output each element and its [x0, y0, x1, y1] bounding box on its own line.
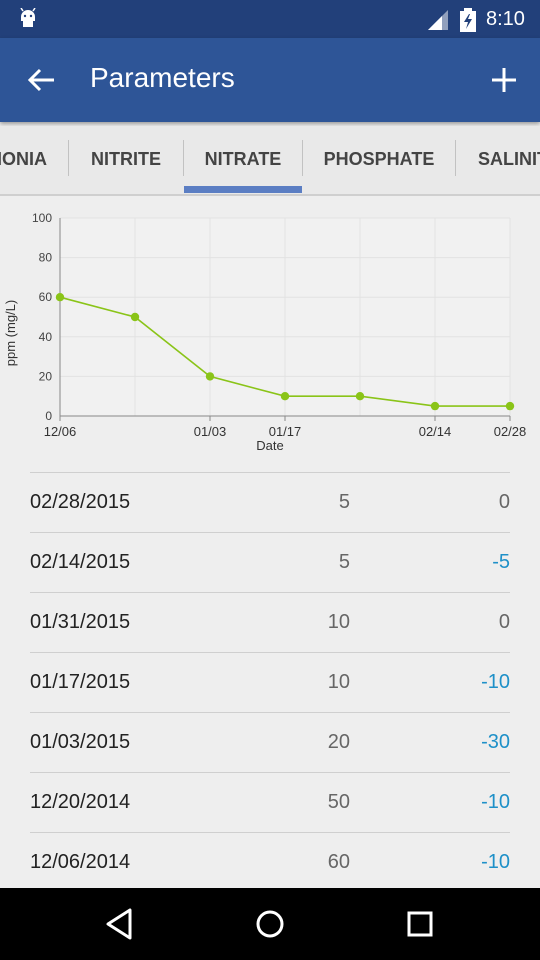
app-bar: Parameters [0, 38, 540, 122]
navigation-bar [0, 888, 540, 960]
add-icon[interactable] [486, 62, 522, 98]
y-tick-label: 40 [39, 330, 53, 344]
reading-value: 50 [327, 791, 350, 813]
active-tab-indicator [184, 186, 302, 193]
list-item[interactable]: 01/31/2015 10 0 [30, 592, 510, 652]
x-tick-label: 01/17 [269, 424, 302, 439]
reading-change: -10 [481, 671, 510, 693]
home-circle-icon[interactable] [250, 904, 290, 944]
x-axis-label: Date [256, 438, 283, 453]
data-point [280, 392, 290, 401]
reading-date: 02/14/2015 [30, 551, 131, 573]
x-tick-label: 02/14 [419, 424, 452, 439]
y-tick-label: 100 [32, 211, 52, 225]
reading-date: 02/28/2015 [30, 491, 131, 513]
tab-divider [68, 140, 69, 176]
reading-date: 12/06/2014 [30, 851, 131, 873]
reading-value: 60 [327, 851, 350, 873]
android-icon [20, 8, 36, 27]
tab-salinity[interactable]: SALINIT [462, 126, 540, 192]
signal-icon [428, 10, 448, 30]
x-tick-label: 02/28 [494, 424, 527, 439]
status-bar: 8:10 [0, 0, 540, 38]
reading-date: 01/17/2015 [30, 671, 131, 693]
reading-change: 0 [498, 611, 510, 633]
list-item[interactable]: 01/17/2015 10 -10 [30, 652, 510, 712]
reading-value: 10 [327, 671, 350, 693]
list-item[interactable]: 12/06/2014 60 -10 [30, 832, 510, 892]
reading-change: -30 [481, 731, 510, 753]
reading-value: 5 [338, 551, 350, 573]
reading-value: 10 [327, 611, 350, 633]
data-point [130, 312, 140, 322]
data-point [205, 372, 215, 381]
reading-date: 01/03/2015 [30, 731, 131, 753]
data-point [55, 293, 65, 302]
page-title: Parameters [90, 62, 235, 93]
tab-divider [302, 140, 303, 176]
readings-list: 02/28/2015 5 0 02/14/2015 5 -5 01/31/2015 10 0 01… [30, 472, 510, 892]
back-arrow-icon[interactable] [24, 62, 60, 98]
recents-square-icon[interactable] [400, 904, 440, 944]
reading-date: 01/31/2015 [30, 611, 131, 633]
y-tick-label: 60 [39, 290, 53, 304]
status-time: 8:10 [486, 8, 525, 30]
reading-date: 12/20/2014 [30, 791, 131, 813]
tab-ammonia[interactable]: IONIA [0, 126, 52, 192]
list-item[interactable]: 02/14/2015 5 -5 [30, 532, 510, 592]
data-point [430, 401, 440, 411]
data-point [505, 401, 515, 411]
y-axis-label: ppm (mg/L) [3, 300, 18, 366]
y-tick-label: 20 [39, 369, 53, 383]
reading-change: -5 [492, 551, 510, 573]
list-item[interactable]: 01/03/2015 20 -30 [30, 712, 510, 772]
list-item[interactable]: 12/20/2014 50 -10 [30, 772, 510, 832]
battery-charging-icon [460, 8, 476, 32]
back-triangle-icon[interactable] [100, 904, 140, 944]
nitrate-chart: 0 20 40 60 80 100 12/06 01/03 01/17 02/14 02/28 ppm… [3, 211, 527, 453]
list-item[interactable]: 02/28/2015 5 0 [30, 472, 510, 532]
reading-value: 5 [338, 491, 350, 513]
x-tick-label: 12/06 [44, 424, 77, 439]
y-tick-label: 0 [45, 409, 52, 423]
y-tick-label: 80 [39, 251, 53, 265]
reading-change: -10 [481, 791, 510, 813]
tab-nitrite[interactable]: NITRITE [70, 126, 182, 192]
tab-phosphate[interactable]: PHOSPHATE [304, 126, 454, 192]
reading-change: -10 [481, 851, 510, 873]
tab-nitrate[interactable]: NITRATE [184, 126, 302, 192]
data-point [355, 392, 365, 401]
tab-divider [455, 140, 456, 176]
reading-value: 20 [327, 731, 350, 753]
x-tick-label: 01/03 [194, 424, 227, 439]
reading-change: 0 [498, 491, 510, 513]
